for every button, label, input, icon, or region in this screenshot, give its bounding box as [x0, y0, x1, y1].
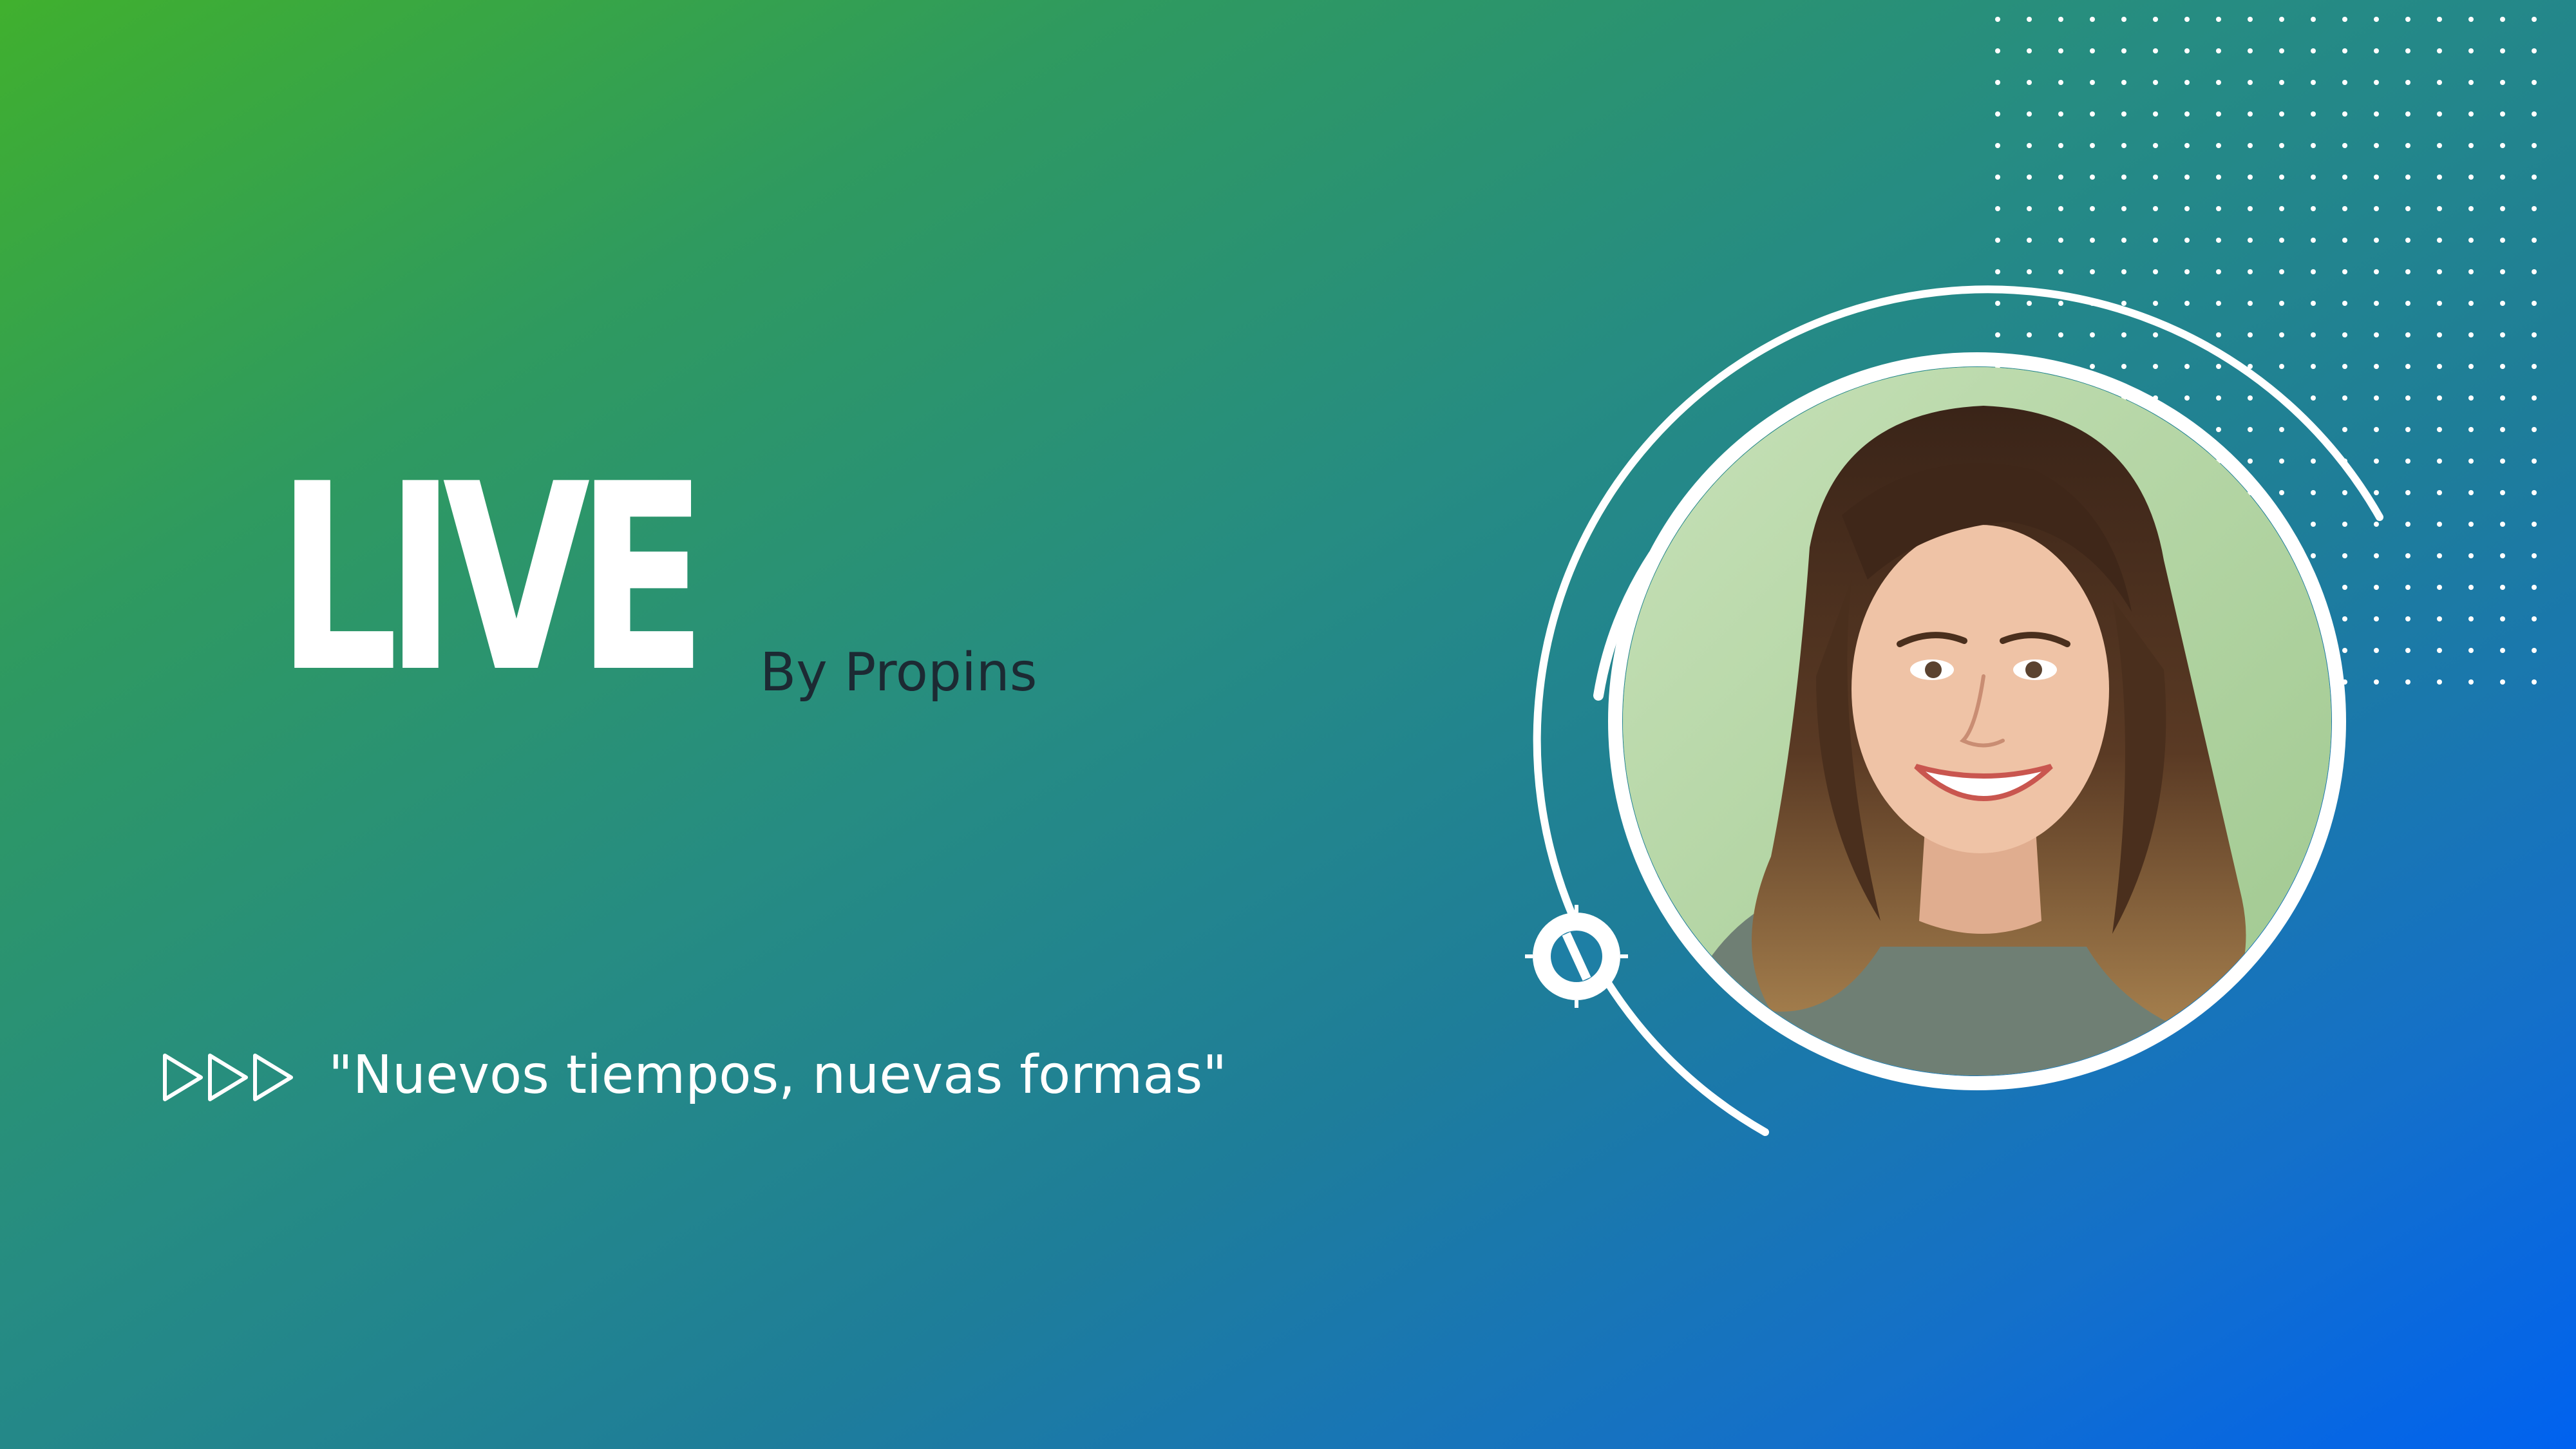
decorative-rings	[1525, 285, 2383, 1136]
live-banner: LIVE By Propins "Nuevos tiempos, nuevas …	[0, 0, 2576, 1449]
